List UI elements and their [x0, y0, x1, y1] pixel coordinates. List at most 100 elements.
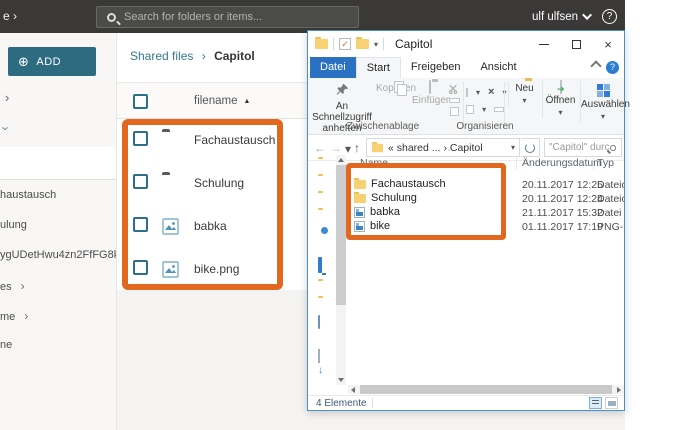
chevron-down-icon [522, 96, 526, 105]
chevron-down-icon [476, 88, 480, 97]
file-name[interactable]: Schulung [194, 176, 244, 190]
add-button[interactable]: ADD [8, 47, 96, 76]
scroll-left-icon[interactable] [351, 387, 355, 393]
sidebar-item[interactable]: haustausch [0, 189, 116, 203]
file-name[interactable]: Schulung [371, 192, 417, 204]
sidebar-expand-chevron[interactable]: › [0, 126, 14, 130]
move-to-icon[interactable] [466, 87, 468, 97]
explorer-help-icon[interactable] [606, 61, 619, 74]
sidebar-item[interactable]: me › [0, 309, 116, 323]
desktop-icon[interactable] [318, 315, 320, 329]
sidebar-item[interactable]: ne [0, 339, 116, 353]
scroll-right-icon[interactable] [617, 387, 621, 393]
refresh-icon[interactable] [521, 138, 540, 157]
sidebar-item-label: ulung [0, 219, 27, 231]
copy-button[interactable]: Kopieren [376, 81, 416, 94]
file-name[interactable]: Fachaustausch [371, 178, 446, 190]
row-checkbox[interactable] [133, 259, 148, 275]
tab-start[interactable]: Start [355, 57, 401, 78]
scrollbar-thumb[interactable] [336, 165, 346, 305]
filename-column-header[interactable]: filename [194, 95, 250, 107]
copy-to-icon[interactable] [466, 105, 475, 114]
file-modified: 20.11.2017 12:24 [522, 193, 603, 205]
column-divider[interactable] [593, 155, 594, 170]
explorer-file-row[interactable]: bike [354, 219, 390, 233]
open-icon [559, 80, 562, 94]
collapse-ribbon-icon[interactable] [590, 60, 602, 72]
sidebar-item[interactable]: ygUDetHwu4zn2FfFG8kylI850 [0, 249, 116, 263]
explorer-file-row[interactable]: Fachaustausch [354, 177, 446, 191]
qat-dropdown-icon[interactable] [374, 40, 378, 49]
sidebar-item[interactable]: es › [0, 279, 116, 293]
properties-check-icon[interactable] [339, 38, 351, 50]
explorer-file-row[interactable]: babka [354, 205, 400, 219]
file-name[interactable]: bike.png [194, 262, 239, 276]
minimize-button[interactable] [528, 31, 560, 57]
screen: e › Search for folders or items... ulf u… [0, 0, 700, 430]
scroll-down-icon[interactable] [338, 378, 344, 382]
file-type: Datei [597, 207, 622, 219]
file-type: Dateio [597, 193, 624, 205]
this-pc-icon[interactable] [318, 257, 322, 273]
new-button[interactable]: Neu [508, 81, 540, 106]
minimize-icon [539, 43, 549, 45]
search-input[interactable]: Search for folders or items... [96, 6, 359, 28]
row-checkbox[interactable] [133, 131, 148, 147]
explorer-search-input[interactable]: "Capitol" durchs... [544, 138, 622, 157]
document-icon[interactable] [318, 349, 320, 363]
breadcrumb-separator: › [201, 49, 206, 63]
paste-button[interactable]: Einfügen [412, 80, 451, 106]
copy-path-icon[interactable] [448, 98, 460, 103]
sidebar-item-label: me [0, 311, 16, 323]
select-label: Auswählen [581, 99, 630, 110]
file-name[interactable]: bike [370, 220, 390, 232]
row-checkbox[interactable] [133, 174, 148, 190]
close-button[interactable] [592, 31, 624, 57]
select-all-checkbox[interactable] [133, 94, 148, 109]
name-column-header[interactable]: Name [360, 157, 388, 169]
type-column-header[interactable]: Typ [597, 157, 614, 169]
chevron-right-icon: › [20, 279, 25, 293]
clipboard-group-label: Zwischenablage [346, 121, 420, 132]
divider [372, 398, 373, 408]
scroll-up-icon[interactable] [338, 158, 344, 162]
sidebar-item[interactable]: ulung [0, 219, 116, 233]
breadcrumb-parent[interactable]: Shared files [130, 49, 193, 63]
explorer-file-row[interactable]: Schulung [354, 191, 417, 205]
breadcrumb: Shared files › Capitol [130, 49, 255, 63]
open-button[interactable]: Öffnen [542, 80, 578, 118]
file-name[interactable]: Fachaustausch [194, 133, 275, 147]
delete-icon[interactable] [488, 86, 494, 98]
file-name[interactable]: babka [194, 219, 227, 233]
details-view-toggle[interactable] [589, 397, 602, 409]
row-checkbox[interactable] [133, 216, 148, 232]
sidebar-selected-item[interactable] [0, 147, 116, 180]
file-modified: 01.11.2017 17:19 [522, 221, 603, 233]
address-dropdown-icon[interactable] [511, 143, 515, 152]
file-name[interactable]: babka [370, 206, 400, 218]
tab-freigeben[interactable]: Freigeben [401, 57, 471, 78]
cut-icon[interactable] [448, 84, 460, 94]
plus-icon [18, 56, 36, 68]
user-menu[interactable]: ulf ulfsen [532, 0, 593, 33]
paste-shortcut-icon[interactable] [449, 107, 459, 116]
topbar-breadcrumb-partial[interactable]: e › [3, 9, 17, 23]
thumbnail-view-toggle[interactable] [605, 397, 618, 409]
horizontal-scrollbar[interactable] [348, 385, 624, 394]
tab-ansicht[interactable]: Ansicht [470, 57, 526, 78]
explorer-titlebar[interactable]: Capitol [308, 31, 624, 57]
modified-column-header[interactable]: Änderungsdatum [522, 157, 602, 169]
select-button[interactable]: Auswählen [580, 81, 630, 122]
column-divider[interactable] [516, 155, 517, 170]
maximize-button[interactable] [560, 31, 592, 57]
help-icon[interactable] [602, 9, 617, 24]
tab-datei[interactable]: Datei [310, 57, 356, 78]
new-folder-icon[interactable] [356, 37, 369, 49]
rename-icon[interactable] [494, 107, 504, 112]
nav-vertical-scrollbar[interactable] [336, 155, 346, 385]
chevron-down-icon [558, 108, 562, 117]
search-placeholder: Search for folders or items... [124, 11, 263, 23]
sidebar-collapse-chevron[interactable]: › [5, 90, 9, 105]
address-input[interactable]: « shared ... › Capitol [366, 138, 520, 157]
scrollbar-thumb[interactable] [360, 385, 612, 394]
